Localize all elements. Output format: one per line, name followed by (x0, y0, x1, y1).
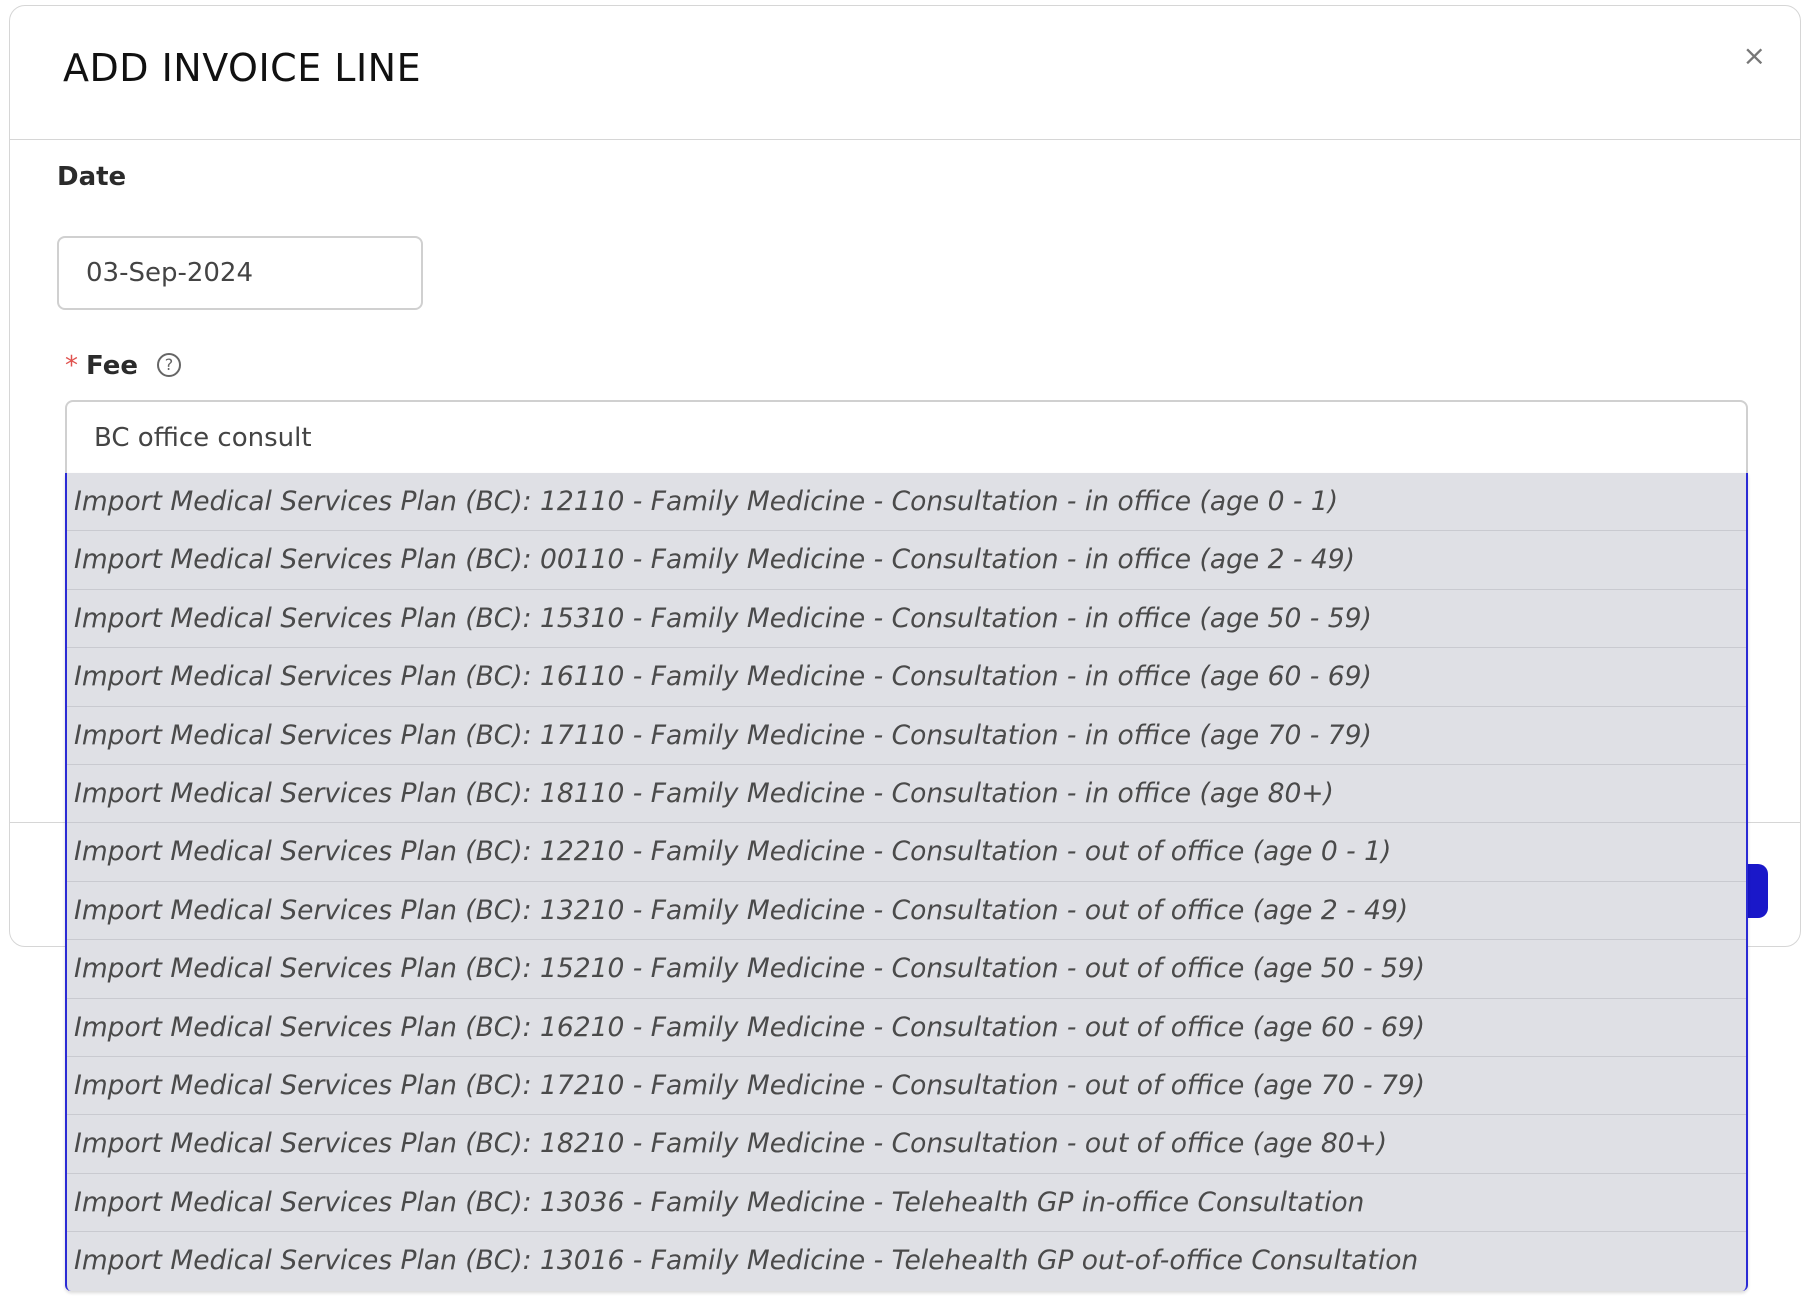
required-marker: * (65, 351, 78, 381)
dropdown-option[interactable]: Import Medical Services Plan (BC): 16110… (67, 648, 1746, 707)
dropdown-option[interactable]: Import Medical Services Plan (BC): 13016… (67, 1232, 1746, 1290)
dropdown-option[interactable]: Import Medical Services Plan (BC): 12110… (67, 473, 1746, 532)
date-field[interactable] (57, 236, 423, 310)
close-icon[interactable]: × (1743, 42, 1766, 70)
modal-title: ADD INVOICE LINE (63, 46, 422, 90)
fee-search-input[interactable] (65, 400, 1748, 474)
fee-label: * Fee (65, 351, 138, 381)
dropdown-option[interactable]: Import Medical Services Plan (BC): 15310… (67, 590, 1746, 649)
date-label: Date (57, 162, 127, 192)
dropdown-option[interactable]: Import Medical Services Plan (BC): 00110… (67, 531, 1746, 590)
fee-dropdown-list: Import Medical Services Plan (BC): 12110… (65, 473, 1748, 1291)
dropdown-option[interactable]: Import Medical Services Plan (BC): 17110… (67, 707, 1746, 765)
modal-header: ADD INVOICE LINE × (10, 6, 1800, 140)
dropdown-option[interactable]: Import Medical Services Plan (BC): 15210… (67, 940, 1746, 999)
dropdown-option[interactable]: Import Medical Services Plan (BC): 16210… (67, 999, 1746, 1057)
dropdown-option[interactable]: Import Medical Services Plan (BC): 18110… (67, 765, 1746, 824)
fee-label-text: Fee (86, 351, 138, 381)
dropdown-option[interactable]: Import Medical Services Plan (BC): 13210… (67, 882, 1746, 941)
dropdown-option[interactable]: Import Medical Services Plan (BC): 13036… (67, 1174, 1746, 1233)
dropdown-option[interactable]: Import Medical Services Plan (BC): 17210… (67, 1057, 1746, 1116)
question-circle-icon[interactable]: ? (157, 353, 181, 377)
dropdown-option[interactable]: Import Medical Services Plan (BC): 18210… (67, 1115, 1746, 1174)
dropdown-option[interactable]: Import Medical Services Plan (BC): 12210… (67, 823, 1746, 882)
